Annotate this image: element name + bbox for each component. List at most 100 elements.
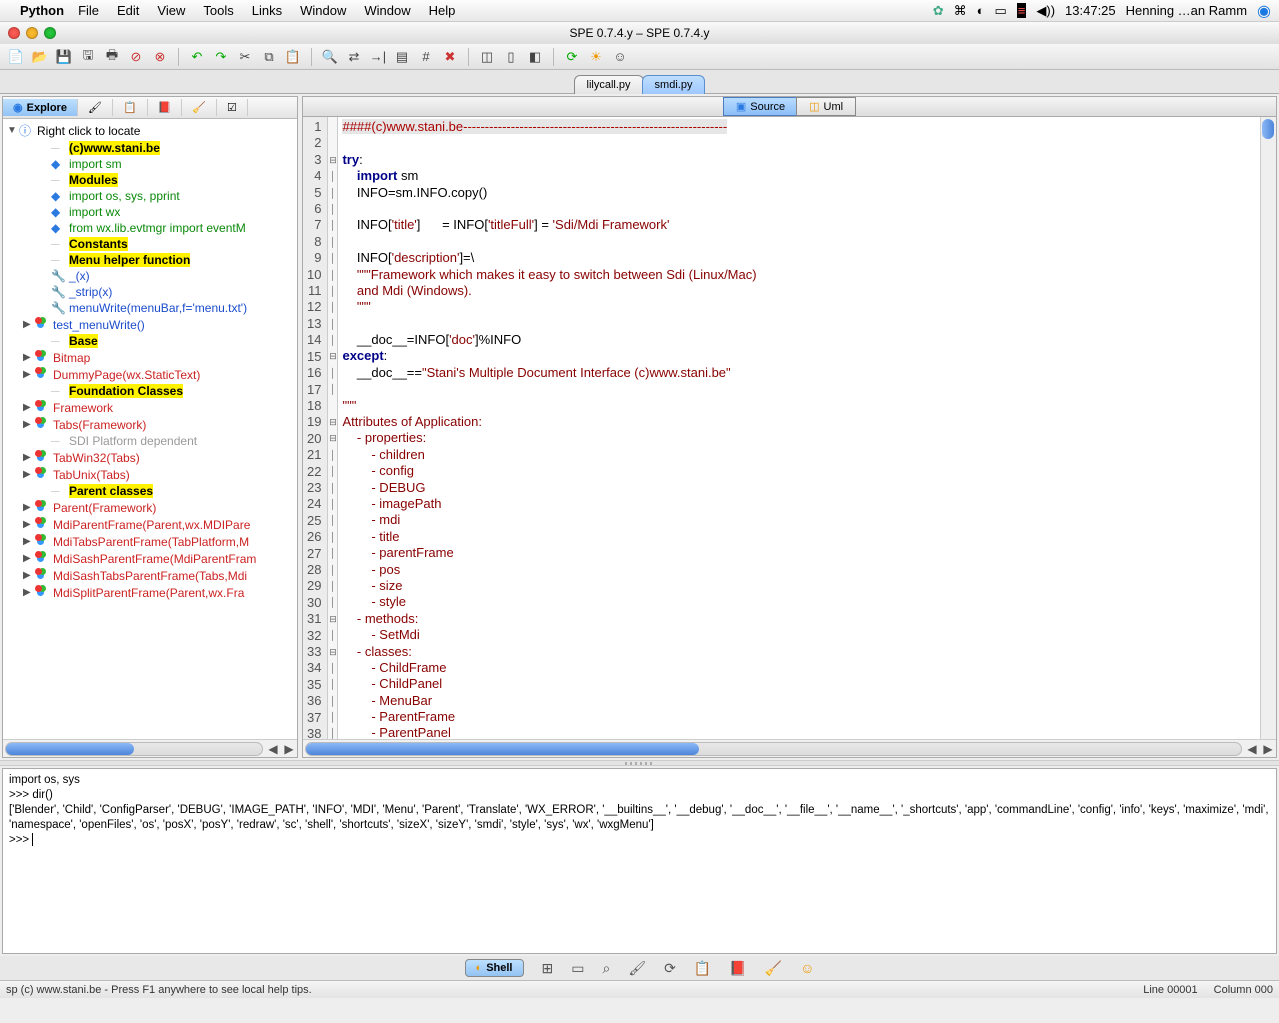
- tool-cut-icon[interactable]: ✂: [235, 48, 255, 66]
- splitter-handle[interactable]: [0, 760, 1279, 766]
- status-display-icon[interactable]: ◐: [977, 3, 985, 18]
- tree-item[interactable]: ─Menu helper function: [3, 252, 297, 268]
- editor-hscrollbar[interactable]: ◀▶: [303, 739, 1276, 757]
- tool-smile-icon[interactable]: ☺: [610, 48, 630, 66]
- tree-item[interactable]: 🔧_strip(x): [3, 284, 297, 300]
- tree-item[interactable]: ▶MdiSplitParentFrame(Parent,wx.Fra: [3, 584, 297, 601]
- tool-layout-3-icon[interactable]: ◧: [525, 48, 545, 66]
- tool-close-icon[interactable]: ⊘: [126, 48, 146, 66]
- menu-help[interactable]: Help: [429, 3, 456, 18]
- tree-item[interactable]: ▶TabWin32(Tabs): [3, 449, 297, 466]
- bottom-tool-5-icon[interactable]: ⟳: [664, 960, 676, 977]
- tool-redo-icon[interactable]: ↷: [211, 48, 231, 66]
- explorer-hscrollbar[interactable]: ◀▶: [3, 739, 297, 757]
- file-tab-lilycall[interactable]: lilycall.py: [574, 75, 644, 94]
- bottom-tool-1-icon[interactable]: ⊞: [542, 960, 554, 977]
- explorer-tab-4[interactable]: 📕: [148, 99, 183, 116]
- explorer-tab-5[interactable]: 🧹: [182, 99, 217, 116]
- tree-item[interactable]: ─Base: [3, 333, 297, 349]
- tree-item[interactable]: ▶Bitmap: [3, 349, 297, 366]
- tree-item[interactable]: ◆import wx: [3, 204, 297, 220]
- tool-refresh-icon[interactable]: ⟳: [562, 48, 582, 66]
- scroll-left-icon[interactable]: ◀: [265, 742, 281, 756]
- explorer-tree[interactable]: ▼ ⓘ Right click to locate ─(c)www.stani.…: [3, 119, 297, 739]
- explorer-tab-explore[interactable]: ◉ Explore: [3, 99, 78, 116]
- tree-item[interactable]: ▶Framework: [3, 399, 297, 416]
- tool-new-icon[interactable]: 📄: [6, 48, 26, 66]
- menu-window-2[interactable]: Window: [364, 3, 410, 18]
- tool-goto-icon[interactable]: →|: [368, 48, 388, 66]
- window-zoom-button[interactable]: [44, 27, 56, 39]
- code-area[interactable]: ####(c)www.stani.be---------------------…: [338, 117, 1260, 739]
- tree-item[interactable]: ◆from wx.lib.evtmgr import eventM: [3, 220, 297, 236]
- status-leaf-icon[interactable]: ✿: [933, 3, 944, 19]
- tree-item[interactable]: ─Foundation Classes: [3, 383, 297, 399]
- tool-close-all-icon[interactable]: ⊗: [150, 48, 170, 66]
- explorer-tab-3[interactable]: 📋: [113, 99, 148, 116]
- status-flag-icon[interactable]: ≡: [1017, 3, 1027, 18]
- bottom-tab-shell[interactable]: ◐ Shell: [465, 959, 524, 977]
- tree-item[interactable]: ▶MdiSashParentFrame(MdiParentFram: [3, 550, 297, 567]
- tree-item[interactable]: ▶TabUnix(Tabs): [3, 466, 297, 483]
- tree-item[interactable]: ▶MdiTabsParentFrame(TabPlatform,M: [3, 533, 297, 550]
- tool-layout-1-icon[interactable]: ◫: [477, 48, 497, 66]
- tool-search-icon[interactable]: 🔍: [320, 48, 340, 66]
- editor-tab-source[interactable]: ▣ Source: [723, 97, 798, 116]
- tree-item[interactable]: ▶MdiSashTabsParentFrame(Tabs,Mdi: [3, 567, 297, 584]
- menu-edit[interactable]: Edit: [117, 3, 139, 18]
- spotlight-icon[interactable]: ◉: [1257, 1, 1271, 21]
- menu-window[interactable]: Window: [300, 3, 346, 18]
- tool-run-icon[interactable]: ☀: [586, 48, 606, 66]
- tool-saveall-icon[interactable]: 🖫: [78, 48, 98, 66]
- tree-item[interactable]: ▶MdiParentFrame(Parent,wx.MDIPare: [3, 516, 297, 533]
- file-tab-smdi[interactable]: smdi.py: [642, 75, 706, 94]
- status-monitor-icon[interactable]: ▭: [994, 3, 1006, 19]
- menu-view[interactable]: View: [157, 3, 185, 18]
- menu-links[interactable]: Links: [252, 3, 282, 18]
- tree-item[interactable]: ─(c)www.stani.be: [3, 140, 297, 156]
- status-bluetooth-icon[interactable]: ⌘: [954, 3, 967, 19]
- tool-browse-icon[interactable]: ▤: [392, 48, 412, 66]
- tree-root[interactable]: ▼ ⓘ Right click to locate: [3, 121, 297, 140]
- tool-layout-2-icon[interactable]: ▯: [501, 48, 521, 66]
- status-volume-icon[interactable]: ◀)): [1036, 3, 1055, 19]
- window-close-button[interactable]: [8, 27, 20, 39]
- menu-file[interactable]: File: [78, 3, 99, 18]
- tool-undo-icon[interactable]: ↶: [187, 48, 207, 66]
- tree-item[interactable]: ▶test_menuWrite(): [3, 316, 297, 333]
- tree-item[interactable]: ▶DummyPage(wx.StaticText): [3, 366, 297, 383]
- menu-tools[interactable]: Tools: [203, 3, 233, 18]
- tool-replace-icon[interactable]: ⇄: [344, 48, 364, 66]
- bottom-tool-6-icon[interactable]: 📋: [694, 960, 711, 977]
- tool-print-icon[interactable]: 🖶: [102, 48, 122, 66]
- fold-column[interactable]: ⊟│││││││││││⊟││⊟⊟││││││││││⊟│⊟│││││: [328, 117, 338, 739]
- scroll-right-icon[interactable]: ▶: [1260, 742, 1276, 756]
- tree-item[interactable]: ─Modules: [3, 172, 297, 188]
- tree-item[interactable]: 🔧_(x): [3, 268, 297, 284]
- editor-vscrollbar[interactable]: [1260, 117, 1276, 739]
- tree-item[interactable]: ▶Tabs(Framework): [3, 416, 297, 433]
- tree-item[interactable]: ─Constants: [3, 236, 297, 252]
- tree-item[interactable]: ─SDI Platform dependent: [3, 433, 297, 449]
- tool-debug-icon[interactable]: ✖: [440, 48, 460, 66]
- tool-copy-icon[interactable]: ⧉: [259, 48, 279, 66]
- tool-save-icon[interactable]: 💾: [54, 48, 74, 66]
- bottom-tool-9-icon[interactable]: ☺: [800, 960, 814, 976]
- bottom-tool-3-icon[interactable]: ⌕: [602, 960, 610, 977]
- tool-open-icon[interactable]: 📂: [30, 48, 50, 66]
- bottom-tool-4-icon[interactable]: 🖌: [628, 960, 646, 977]
- tree-item[interactable]: ◆import sm: [3, 156, 297, 172]
- tool-paste-icon[interactable]: 📋: [283, 48, 303, 66]
- bottom-tool-2-icon[interactable]: ▭: [571, 960, 584, 977]
- tree-item[interactable]: ─Parent classes: [3, 483, 297, 499]
- tree-item[interactable]: ▶Parent(Framework): [3, 499, 297, 516]
- explorer-tab-6[interactable]: ☑: [217, 99, 248, 116]
- app-name[interactable]: Python: [20, 3, 64, 18]
- scroll-left-icon[interactable]: ◀: [1244, 742, 1260, 756]
- shell-console[interactable]: import os, sys>>> dir()['Blender', 'Chil…: [3, 769, 1276, 953]
- tool-hash-icon[interactable]: #: [416, 48, 436, 66]
- code-editor[interactable]: 1234567891011121314151617181920212223242…: [303, 117, 1276, 739]
- tree-item[interactable]: ◆import os, sys, pprint: [3, 188, 297, 204]
- window-minimize-button[interactable]: [26, 27, 38, 39]
- menubar-user[interactable]: Henning …an Ramm: [1126, 3, 1247, 18]
